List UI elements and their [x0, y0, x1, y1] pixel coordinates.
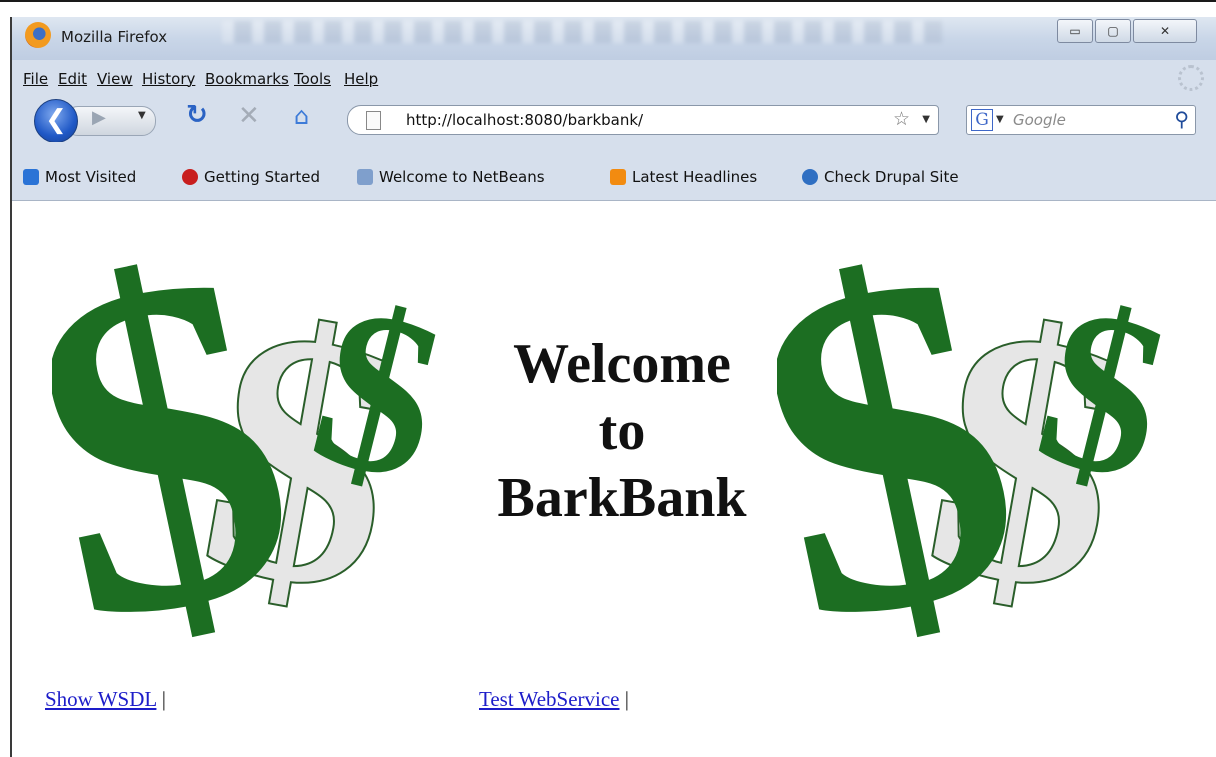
bookmark-getting-started[interactable]: Getting Started: [182, 168, 320, 192]
minimize-button[interactable]: ▭: [1057, 19, 1093, 43]
show-wsdl-group: Show WSDL |: [45, 687, 166, 712]
url-text[interactable]: http://localhost:8080/barkbank/: [406, 111, 643, 129]
search-placeholder[interactable]: Google: [1013, 111, 1066, 129]
screen-top-edge: [0, 0, 1216, 2]
show-wsdl-link[interactable]: Show WSDL: [45, 687, 156, 711]
search-bar[interactable]: G ▼ Google ⚲: [966, 105, 1196, 135]
navigation-toolbar: ▶ ▼ ❮ ↻ ✕ ⌂ http://localhost:8080/barkba…: [12, 94, 1216, 143]
bookmark-label: Welcome to NetBeans: [379, 168, 545, 186]
search-go-icon[interactable]: ⚲: [1174, 107, 1189, 131]
dollar-signs-image-left: $ $ $: [52, 211, 452, 651]
menu-bar: File Edit View History Bookmarks Tools H…: [12, 60, 1216, 94]
firefox-icon: [25, 22, 51, 48]
test-webservice-group: Test WebService |: [479, 687, 629, 712]
rss-icon: [610, 169, 626, 185]
history-dropdown-icon[interactable]: ▼: [138, 110, 146, 121]
url-dropdown-icon[interactable]: ▼: [922, 114, 930, 125]
throbber-icon: [1178, 65, 1204, 91]
bookmark-label: Most Visited: [45, 168, 137, 186]
close-button[interactable]: ✕: [1133, 19, 1197, 43]
back-button[interactable]: ❮: [34, 99, 78, 143]
stop-icon[interactable]: ✕: [238, 101, 260, 131]
bookmark-star-icon[interactable]: ☆: [893, 108, 910, 130]
page-content: $ $ $ Welcome to BarkBank $ $ $ Show WSD…: [12, 201, 1216, 757]
test-webservice-link[interactable]: Test WebService: [479, 687, 620, 711]
bookmark-label: Latest Headlines: [632, 168, 758, 186]
window-title: Mozilla Firefox: [61, 28, 168, 46]
browser-window: Mozilla Firefox ▭ ▢ ✕ File Edit View His…: [10, 17, 1216, 757]
menu-history[interactable]: History: [142, 70, 195, 88]
url-bar[interactable]: http://localhost:8080/barkbank/ ☆ ▼: [347, 105, 939, 135]
forward-arrow-icon: ▶: [92, 107, 106, 128]
bookmark-netbeans[interactable]: Welcome to NetBeans: [357, 168, 545, 192]
reload-icon[interactable]: ↻: [186, 100, 208, 130]
bookmark-check-drupal[interactable]: Check Drupal Site: [802, 168, 959, 192]
drupal-icon: [802, 169, 818, 185]
google-icon[interactable]: G: [971, 109, 993, 131]
firefox-red-icon: [182, 169, 198, 185]
link-separator: |: [624, 687, 629, 711]
heading-line-3: BarkBank: [497, 467, 747, 530]
magnifier-icon: [23, 169, 39, 185]
page-icon: [366, 111, 381, 130]
bookmark-latest-headlines[interactable]: Latest Headlines: [610, 168, 757, 192]
menu-view[interactable]: View: [97, 70, 133, 88]
title-bar[interactable]: Mozilla Firefox ▭ ▢ ✕: [12, 17, 1216, 60]
maximize-button[interactable]: ▢: [1095, 19, 1131, 43]
dollar-signs-image-right: $ $ $: [777, 211, 1177, 651]
menu-help[interactable]: Help: [344, 70, 378, 88]
welcome-heading: Welcome to BarkBank: [452, 331, 792, 533]
menu-file[interactable]: File: [23, 70, 48, 88]
search-engine-dropdown-icon[interactable]: ▼: [996, 114, 1004, 125]
heading-line-2: to: [598, 400, 646, 463]
bookmark-label: Check Drupal Site: [824, 168, 959, 186]
bookmark-label: Getting Started: [204, 168, 320, 186]
bookmark-most-visited[interactable]: Most Visited: [23, 168, 136, 192]
netbeans-icon: [357, 169, 373, 185]
menu-edit[interactable]: Edit: [58, 70, 87, 88]
home-icon[interactable]: ⌂: [294, 102, 309, 130]
heading-line-1: Welcome: [513, 333, 731, 395]
bookmarks-toolbar: Most Visited Getting Started Welcome to …: [12, 142, 1216, 201]
menu-tools[interactable]: Tools: [294, 70, 331, 88]
menu-bookmarks[interactable]: Bookmarks: [205, 70, 289, 88]
link-separator: |: [161, 687, 166, 711]
